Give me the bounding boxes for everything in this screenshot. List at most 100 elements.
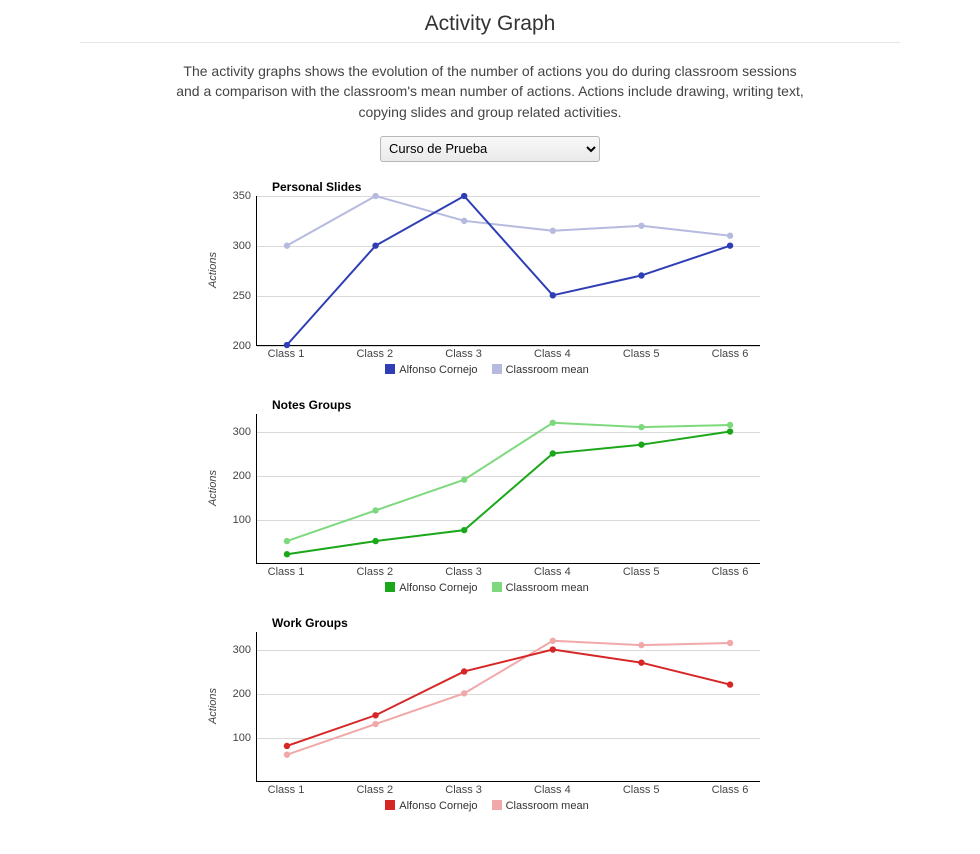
x-tick-label: Class 4 [534, 566, 571, 578]
legend-label-mean: Classroom mean [506, 582, 589, 594]
legend-label-user: Alfonso Cornejo [399, 364, 477, 376]
course-select[interactable]: Curso de Prueba [380, 136, 600, 162]
legend-swatch-mean [492, 800, 502, 810]
x-axis-ticks: Class 1Class 2Class 3Class 4Class 5Class… [256, 346, 760, 362]
y-tick-label: 300 [233, 644, 251, 656]
y-tick-label: 100 [233, 732, 251, 744]
y-tick-label: 300 [233, 240, 251, 252]
legend-swatch-mean [492, 364, 502, 374]
series-line-user [287, 431, 730, 554]
chart-legend: Alfonso Cornejo Classroom mean [200, 364, 760, 376]
x-tick-label: Class 1 [268, 566, 305, 578]
description-text: The activity graphs shows the evolution … [170, 61, 810, 122]
x-tick-label: Class 2 [356, 348, 393, 360]
x-tick-label: Class 4 [534, 784, 571, 796]
data-point [284, 743, 290, 749]
data-point [461, 690, 467, 696]
y-axis-label: Actions [207, 252, 219, 288]
legend-label-mean: Classroom mean [506, 364, 589, 376]
series-line-user [287, 196, 730, 345]
data-point [638, 424, 644, 430]
divider [80, 42, 900, 43]
data-point [638, 441, 644, 447]
data-point [372, 721, 378, 727]
data-point [284, 551, 290, 557]
y-tick-label: 200 [233, 470, 251, 482]
x-axis-ticks: Class 1Class 2Class 3Class 4Class 5Class… [256, 782, 760, 798]
x-tick-label: Class 2 [356, 784, 393, 796]
data-point [727, 681, 733, 687]
data-point [550, 419, 556, 425]
y-tick-label: 300 [233, 426, 251, 438]
y-tick-label: 200 [233, 688, 251, 700]
legend-label-mean: Classroom mean [506, 800, 589, 812]
chart-notes: Notes GroupsActions100200300Class 1Class… [200, 398, 760, 594]
data-point [727, 242, 733, 248]
legend-swatch-user [385, 800, 395, 810]
legend-label-user: Alfonso Cornejo [399, 800, 477, 812]
x-tick-label: Class 3 [445, 566, 482, 578]
x-tick-label: Class 6 [712, 566, 749, 578]
data-point [550, 646, 556, 652]
data-point [284, 538, 290, 544]
data-point [372, 242, 378, 248]
data-point [727, 232, 733, 238]
page-title: Activity Graph [0, 12, 980, 36]
chart-work: Work GroupsActions100200300Class 1Class … [200, 616, 760, 812]
y-axis-label: Actions [207, 688, 219, 724]
chart-legend: Alfonso Cornejo Classroom mean [200, 800, 760, 812]
data-point [284, 751, 290, 757]
y-tick-label: 100 [233, 514, 251, 526]
charts-container: Personal SlidesActions200250300350Class … [0, 180, 980, 812]
data-point [284, 242, 290, 248]
data-point [638, 642, 644, 648]
data-point [461, 476, 467, 482]
legend-swatch-user [385, 582, 395, 592]
chart-svg [257, 414, 760, 563]
data-point [372, 538, 378, 544]
data-point [727, 428, 733, 434]
data-point [638, 272, 644, 278]
data-point [372, 507, 378, 513]
chart-legend: Alfonso Cornejo Classroom mean [200, 582, 760, 594]
data-point [550, 227, 556, 233]
data-point [638, 659, 644, 665]
data-point [638, 223, 644, 229]
data-point [727, 422, 733, 428]
chart-title: Personal Slides [272, 180, 760, 194]
chart-personal: Personal SlidesActions200250300350Class … [200, 180, 760, 376]
plot-area: Actions100200300 [256, 414, 760, 564]
y-tick-label: 200 [233, 340, 251, 352]
y-axis-label: Actions [207, 470, 219, 506]
x-axis-ticks: Class 1 Class 2 Class 3 Class 4 Class 5 Class… [256, 564, 760, 580]
data-point [461, 527, 467, 533]
series-line-mean [287, 196, 730, 246]
x-tick-label: Class 6 [712, 784, 749, 796]
plot-area: Actions200250300350 [256, 196, 760, 346]
x-tick-label: Class 4 [534, 348, 571, 360]
data-point [372, 193, 378, 199]
data-point [461, 668, 467, 674]
plot-area: Actions100200300 [256, 632, 760, 782]
data-point [727, 640, 733, 646]
chart-title: Work Groups [272, 616, 760, 630]
chart-svg [257, 632, 760, 781]
data-point [461, 218, 467, 224]
data-point [372, 712, 378, 718]
x-tick-label: Class 1 [268, 348, 305, 360]
x-tick-label: Class 5 [623, 348, 660, 360]
legend-swatch-user [385, 364, 395, 374]
y-tick-label: 350 [233, 190, 251, 202]
y-tick-label: 250 [233, 290, 251, 302]
x-tick-label: Class 1 [268, 784, 305, 796]
data-point [550, 450, 556, 456]
legend-label-user: Alfonso Cornejo [399, 582, 477, 594]
x-tick-label: Class 5 [623, 566, 660, 578]
chart-title: Notes Groups [272, 398, 760, 412]
chart-svg [257, 196, 760, 345]
x-tick-label: Class 3 [445, 784, 482, 796]
x-tick-label: Class 2 [356, 566, 393, 578]
x-tick-label: Class 3 [445, 348, 482, 360]
series-line-mean [287, 641, 730, 755]
data-point [550, 637, 556, 643]
